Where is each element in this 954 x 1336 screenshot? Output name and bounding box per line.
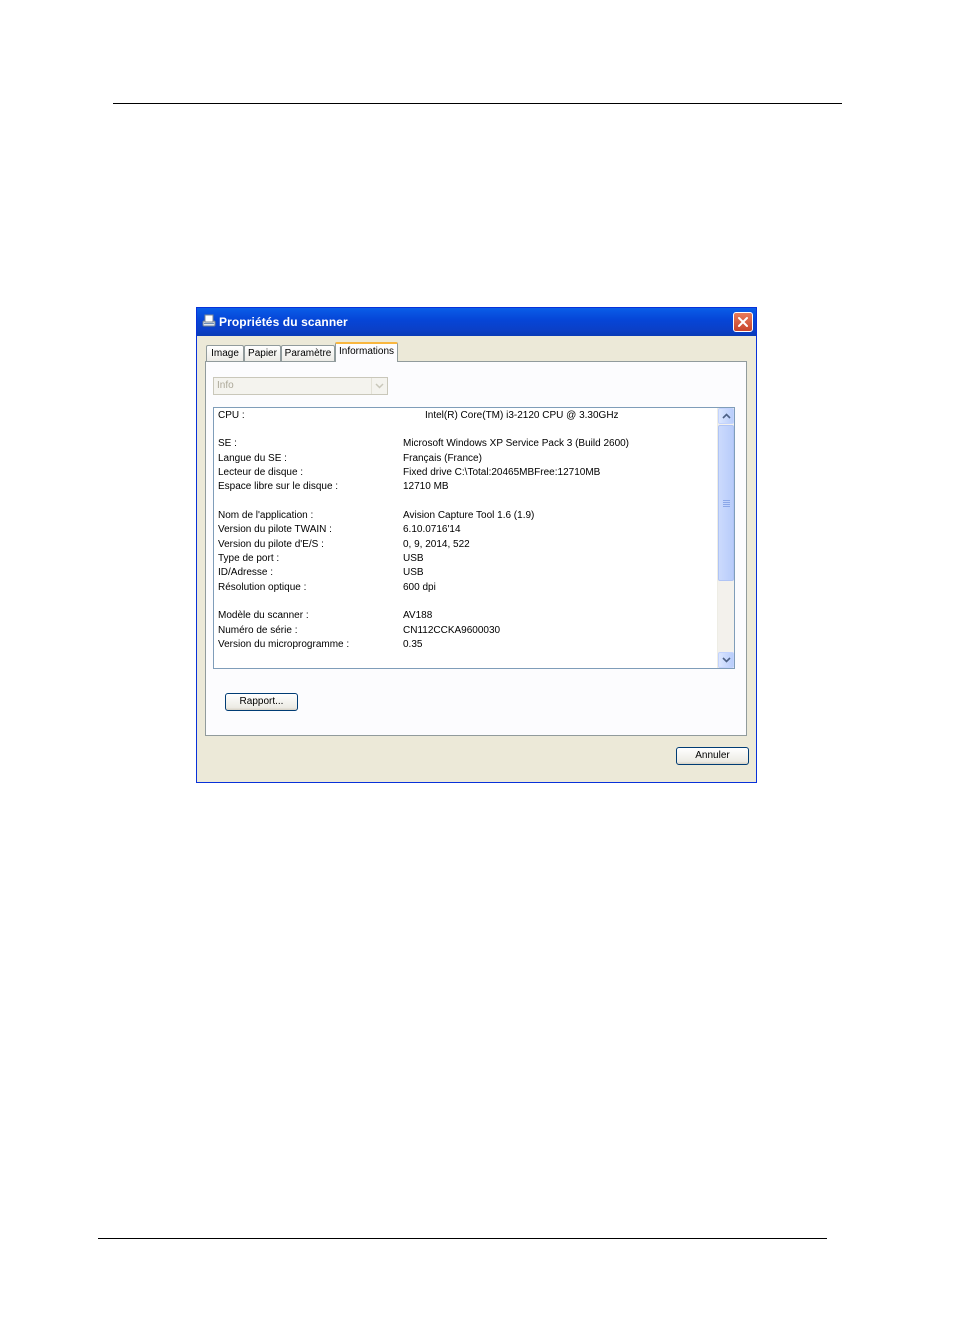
cancel-button[interactable]: Annuler	[676, 747, 749, 765]
grip-icon	[723, 506, 730, 507]
chevron-down-icon	[722, 657, 731, 663]
info-value: Avision Capture Tool 1.6 (1.9)	[403, 510, 535, 521]
scroll-thumb[interactable]	[718, 425, 734, 581]
info-label: Numéro de série :	[218, 625, 298, 636]
info-label: SE :	[218, 438, 237, 449]
info-label: Langue du SE :	[218, 453, 287, 464]
tab-image[interactable]: Image	[206, 345, 244, 361]
chevron-up-icon	[722, 413, 731, 419]
info-label: Modèle du scanner :	[218, 610, 309, 621]
scroll-down-button[interactable]	[718, 652, 734, 668]
info-label: Version du pilote TWAIN :	[218, 524, 332, 535]
header-rule	[113, 103, 842, 104]
close-button[interactable]	[733, 312, 753, 332]
info-value: Fixed drive C:\Total:20465MBFree:12710MB	[403, 467, 601, 478]
info-list[interactable]: CPU : Intel(R) Core(TM) i3-2120 CPU @ 3.…	[213, 407, 735, 669]
info-value: AV188	[403, 610, 433, 621]
grip-icon	[723, 500, 730, 501]
info-value: Français (France)	[403, 453, 482, 464]
info-value: 600 dpi	[403, 582, 436, 593]
info-label: Nom de l'application :	[218, 510, 314, 521]
info-label: ID/Adresse :	[218, 567, 274, 578]
info-label: Résolution optique :	[218, 582, 307, 593]
info-value: Intel(R) Core(TM) i3-2120 CPU @ 3.30GHz	[425, 410, 619, 421]
tab-parametre[interactable]: Paramètre	[281, 345, 335, 361]
chevron-down-icon	[375, 383, 384, 389]
grip-icon	[723, 504, 730, 505]
tab-papier[interactable]: Papier	[244, 345, 281, 361]
scanner-icon	[201, 313, 217, 329]
info-label: Type de port :	[218, 553, 280, 564]
info-value: CN112CCKA9600030	[403, 625, 501, 636]
info-value: USB	[403, 553, 424, 564]
close-icon	[738, 317, 748, 327]
info-label: Lecteur de disque :	[218, 467, 304, 478]
footer-rule	[98, 1238, 827, 1239]
info-label: Espace libre sur le disque :	[218, 481, 339, 492]
tab-informations[interactable]: Informations	[335, 342, 398, 362]
info-value: 12710 MB	[403, 481, 449, 492]
info-value: 6.10.0716'14	[403, 524, 461, 535]
info-label: Version du microprogramme :	[218, 639, 350, 650]
dropdown-button[interactable]	[371, 378, 387, 394]
scroll-up-button[interactable]	[718, 408, 734, 424]
vertical-scrollbar[interactable]	[717, 408, 734, 668]
info-label: CPU :	[218, 410, 245, 421]
grip-icon	[723, 502, 730, 503]
info-dropdown[interactable]: Info	[213, 377, 388, 395]
info-value: USB	[403, 567, 424, 578]
report-button[interactable]: Rapport...	[225, 693, 298, 711]
info-row-cpu: CPU : Intel(R) Core(TM) i3-2120 CPU @ 3.…	[218, 410, 718, 424]
window-title: Propriétés du scanner	[219, 315, 348, 329]
title-bar[interactable]: Propriétés du scanner	[197, 308, 756, 336]
scanner-properties-dialog: Propriétés du scanner Image Papier Param…	[196, 307, 757, 783]
info-label: Version du pilote d'E/S :	[218, 539, 324, 550]
info-dropdown-value: Info	[217, 380, 234, 391]
info-value: 0.35	[403, 639, 423, 650]
informations-panel: Info CPU : Intel(R) Core(TM) i3-2120 CPU…	[205, 361, 747, 736]
info-value: 0, 9, 2014, 522	[403, 539, 470, 550]
info-value: Microsoft Windows XP Service Pack 3 (Bui…	[403, 438, 630, 449]
